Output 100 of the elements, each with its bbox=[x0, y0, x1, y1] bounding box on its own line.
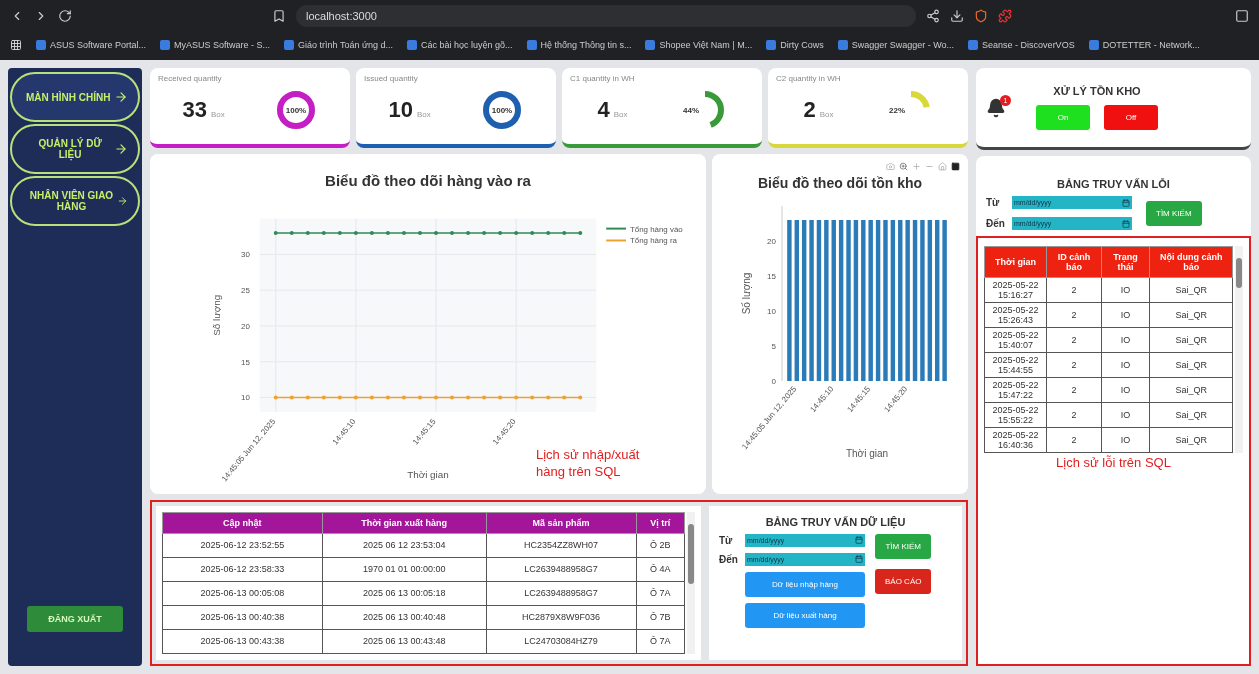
table-cell: 2025-05-22 15:47:22 bbox=[984, 377, 1047, 403]
y-tick-label: 10 bbox=[241, 393, 250, 403]
table-cell: 2025-05-22 16:40:36 bbox=[984, 427, 1047, 453]
kpi-title: Issued quantity bbox=[364, 74, 419, 83]
reload-icon[interactable] bbox=[58, 9, 72, 23]
scrollbar[interactable] bbox=[687, 511, 695, 654]
zoom-icon[interactable] bbox=[899, 161, 908, 171]
bookmark-item[interactable]: Giáo trình Toán ứng d... bbox=[284, 40, 393, 50]
nav-button[interactable]: NHÂN VIÊN GIAO HÀNG bbox=[10, 176, 140, 226]
bookmark-item[interactable]: Hệ thống Thông tin s... bbox=[526, 40, 632, 50]
column-header: Cập nhật bbox=[162, 512, 323, 534]
bell-icon[interactable] bbox=[986, 97, 1006, 118]
kpi-unit: Box bbox=[819, 110, 834, 120]
logout-button[interactable]: ĐĂNG XUẤT bbox=[27, 606, 123, 632]
table-cell: 2025-05-22 15:16:27 bbox=[984, 277, 1047, 303]
axis-title: Thời gian bbox=[845, 447, 889, 459]
puzzle-icon[interactable] bbox=[998, 9, 1012, 23]
scrollbar[interactable] bbox=[1235, 246, 1243, 453]
field-label: Từ bbox=[986, 197, 1001, 208]
share-icon[interactable] bbox=[926, 9, 940, 23]
apps-icon[interactable] bbox=[10, 39, 22, 51]
table-cell: Ô 2B bbox=[636, 533, 685, 558]
bookmark-item[interactable]: ASUS Software Portal... bbox=[36, 40, 147, 50]
bookmark-item[interactable]: Swagger Swagger - Wo... bbox=[837, 40, 955, 50]
table-cell: 2025-05-22 15:26:43 bbox=[984, 302, 1047, 328]
bookmark-item[interactable]: Shopee Việt Nam | M... bbox=[645, 40, 753, 50]
gauge-percent: 22% bbox=[888, 106, 905, 116]
table-cell: 2025 06 13 00:05:18 bbox=[322, 581, 487, 606]
bookmark-item[interactable]: MyASUS Software - S... bbox=[160, 40, 271, 50]
bookmark-item[interactable]: Các bài học luyện gõ... bbox=[407, 40, 513, 50]
annotation-note: Lịch sử nhập/xuất hàng trên SQL bbox=[536, 447, 641, 480]
table-cell: 2 bbox=[1046, 352, 1102, 378]
column-header: Trạng thái bbox=[1101, 246, 1150, 278]
report-button[interactable]: BÁO CÁO bbox=[875, 568, 932, 594]
kpi-title: C2 quantity in WH bbox=[776, 74, 842, 83]
gauge-percent: 44% bbox=[682, 106, 699, 116]
table-cell: 2025-05-22 15:44:55 bbox=[984, 352, 1047, 378]
arrow-icon bbox=[114, 142, 128, 156]
kpi-value: 4 bbox=[597, 97, 610, 123]
legend-swatch bbox=[605, 227, 627, 230]
field-label: Đến bbox=[986, 218, 1006, 229]
kpi-unit: Box bbox=[613, 110, 628, 120]
window-icon[interactable] bbox=[1235, 9, 1249, 23]
legend-label: Tổng hàng ra bbox=[629, 236, 677, 246]
y-tick-label: 15 bbox=[241, 357, 250, 367]
table-cell: LC24703084HZ79 bbox=[486, 629, 637, 654]
chart-title: Biểu đồ theo dõi tồn kho bbox=[757, 174, 923, 191]
calendar-icon[interactable] bbox=[855, 536, 863, 545]
bookmark-icon[interactable] bbox=[272, 9, 286, 23]
table-cell: HC2879X8W9F036 bbox=[486, 605, 637, 630]
calendar-icon[interactable] bbox=[855, 555, 863, 564]
bookmark-item[interactable]: Dirty Cows bbox=[766, 40, 824, 50]
table-cell: IO bbox=[1101, 352, 1150, 378]
table-cell: 2025-05-22 15:55:22 bbox=[984, 402, 1047, 428]
table-cell: 2025-06-12 23:58:33 bbox=[162, 557, 323, 582]
y-tick-label: 5 bbox=[771, 341, 776, 351]
table-cell: Ô 4A bbox=[636, 557, 685, 582]
table-cell: Ô 7A bbox=[636, 581, 685, 606]
download-icon[interactable] bbox=[950, 9, 964, 23]
kpi-unit: Box bbox=[416, 110, 431, 120]
kpi-value: 2 bbox=[803, 97, 816, 123]
kpi-value: 33 bbox=[182, 97, 207, 123]
address-bar[interactable]: localhost:3000 bbox=[296, 5, 916, 27]
table-cell: 2 bbox=[1046, 302, 1102, 328]
table-cell: 2025-06-13 00:40:38 bbox=[162, 605, 323, 630]
table-cell: 2025-06-13 00:43:38 bbox=[162, 629, 323, 654]
table-cell: 2 bbox=[1046, 427, 1102, 453]
y-tick-label: 20 bbox=[241, 321, 250, 331]
column-header: Mã sản phẩm bbox=[486, 512, 637, 534]
annotation-note: Lịch sử lỗi trên SQL bbox=[1055, 455, 1172, 470]
table-cell: IO bbox=[1101, 427, 1150, 453]
nav-button[interactable]: MÀN HÌNH CHÍNH bbox=[10, 72, 140, 122]
panel-title: BẢNG TRUY VẤN DỮ LIỆU bbox=[764, 515, 907, 528]
table-cell: Sai_QR bbox=[1149, 277, 1233, 303]
table-cell: Sai_QR bbox=[1149, 377, 1233, 403]
kpi-title: Received quantity bbox=[158, 74, 223, 83]
legend-label: Tổng hàng vào bbox=[629, 224, 683, 234]
arrow-icon bbox=[114, 90, 128, 104]
table-cell: IO bbox=[1101, 277, 1150, 303]
y-tick-label: 10 bbox=[767, 306, 776, 316]
table-cell: Ô 7A bbox=[636, 629, 685, 654]
bookmark-item[interactable]: Seanse - DiscoverVOS bbox=[968, 40, 1075, 50]
table-cell: 2 bbox=[1046, 327, 1102, 353]
nav-button[interactable]: QUẢN LÝ DỮ LIỆU bbox=[10, 124, 140, 174]
calendar-icon[interactable] bbox=[1122, 198, 1130, 207]
y-tick-label: 30 bbox=[241, 250, 250, 260]
axis-title: Số lượng bbox=[741, 272, 752, 315]
column-header: Nội dung cảnh báo bbox=[1149, 246, 1233, 278]
y-tick-label: 0 bbox=[771, 376, 776, 386]
calendar-icon[interactable] bbox=[1122, 219, 1130, 228]
table-cell: 2025 06 12 23:53:04 bbox=[322, 533, 487, 558]
table-cell: 2 bbox=[1046, 402, 1102, 428]
bookmark-item[interactable]: DOTETTER - Network... bbox=[1088, 40, 1200, 50]
y-tick-label: 15 bbox=[767, 271, 776, 281]
table-cell: 2025 06 13 00:43:48 bbox=[322, 629, 487, 654]
table-cell: 1970 01 01 00:00:00 bbox=[322, 557, 487, 582]
off-button[interactable]: Off bbox=[1104, 105, 1158, 130]
table-cell: 2025-06-12 23:52:55 bbox=[162, 533, 323, 558]
shield-icon[interactable] bbox=[974, 9, 988, 23]
table-cell: IO bbox=[1101, 302, 1150, 328]
